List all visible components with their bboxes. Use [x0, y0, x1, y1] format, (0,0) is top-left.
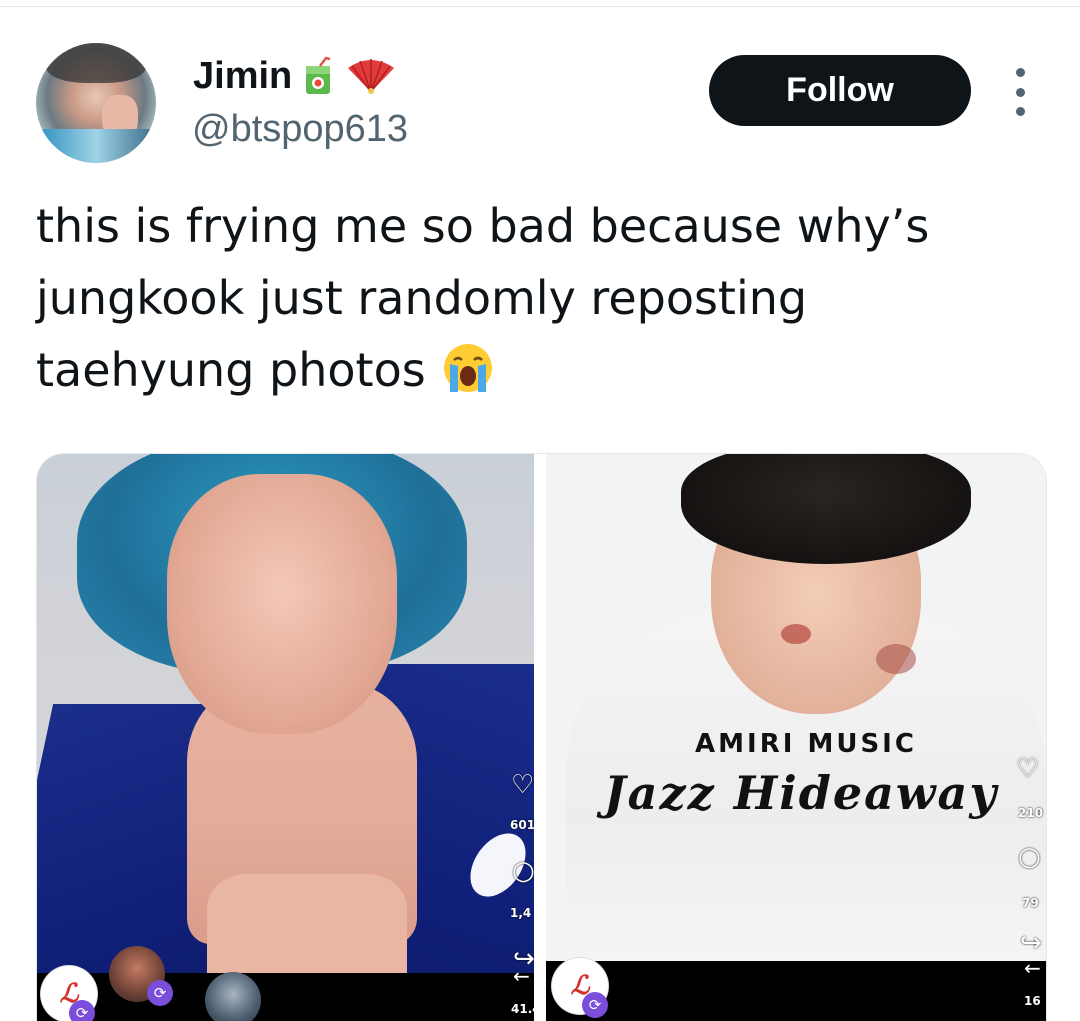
- more-dot: [1015, 68, 1025, 77]
- author-name-row[interactable]: Jimin: [193, 52, 396, 100]
- tweet-text-line-last: taehyung photos: [36, 334, 1036, 406]
- heart-icon: ♡: [1016, 754, 1040, 784]
- tweet-text: this is frying me so bad because why’s j…: [36, 190, 1036, 406]
- share-icon: ↪: [1020, 928, 1042, 958]
- folding-fan-icon: [348, 59, 395, 94]
- tweet-text-line: taehyung photos: [36, 343, 426, 397]
- avatar-shirt-shape: [36, 129, 156, 163]
- likes-count: 601: [510, 818, 534, 832]
- juice-box-icon: [306, 56, 331, 94]
- more-dot: [1015, 107, 1025, 116]
- heart-icon: ♡: [511, 770, 534, 800]
- shares-count: 41.4: [511, 1002, 534, 1016]
- photo-bruise-shape: [781, 624, 811, 644]
- back-arrow-icon: ←: [513, 964, 530, 988]
- comments-count: 79: [1022, 896, 1039, 910]
- likes-count: 210: [1018, 806, 1044, 820]
- avatar-hair-shape: [46, 43, 146, 83]
- repost-icon: ⟳: [69, 1000, 95, 1021]
- loudly-crying-face-icon: [444, 344, 493, 392]
- media-photo-left[interactable]: ♡ 601 ○ 1,4 ↪ ⟳ ℒ ⟳ ← 41.4: [37, 454, 534, 1021]
- shirt-print-line2: Jazz Hideaway: [603, 766, 999, 820]
- top-divider: [0, 0, 1080, 7]
- shares-count: 16: [1024, 994, 1041, 1008]
- comment-icon: ○: [512, 856, 534, 886]
- author-avatar[interactable]: [36, 43, 156, 163]
- media-photo-right[interactable]: AMIRI MUSIC Jazz Hideaway ♡ 210 ○ 79 ↪ ℒ…: [546, 454, 1046, 1021]
- shirt-print-line1: AMIRI MUSIC: [695, 729, 917, 759]
- embedded-user-avatar: [205, 972, 261, 1021]
- comments-count: 1,4: [510, 906, 532, 920]
- author-handle[interactable]: @btspop613: [192, 108, 408, 151]
- back-arrow-icon: ←: [1024, 956, 1041, 980]
- more-vertical-icon[interactable]: [1004, 68, 1036, 116]
- comment-icon: ○: [1018, 842, 1041, 872]
- follow-button[interactable]: Follow: [709, 55, 971, 126]
- embedded-bottom-bar: [546, 961, 1046, 1021]
- more-dot: [1015, 87, 1025, 97]
- repost-icon: ⟳: [147, 980, 173, 1006]
- tweet-text-line: jungkook just randomly reposting: [36, 271, 808, 325]
- photo-bruise-shape: [876, 644, 916, 674]
- repost-icon: ⟳: [582, 992, 608, 1018]
- tweet-media-grid: ♡ 601 ○ 1,4 ↪ ⟳ ℒ ⟳ ← 41.4 AMIRI MUSIC J…: [36, 453, 1047, 1021]
- photo-face-shape: [167, 474, 397, 734]
- author-display-name[interactable]: Jimin: [193, 55, 292, 98]
- tweet-text-line: this is frying me so bad because why’s: [36, 199, 930, 253]
